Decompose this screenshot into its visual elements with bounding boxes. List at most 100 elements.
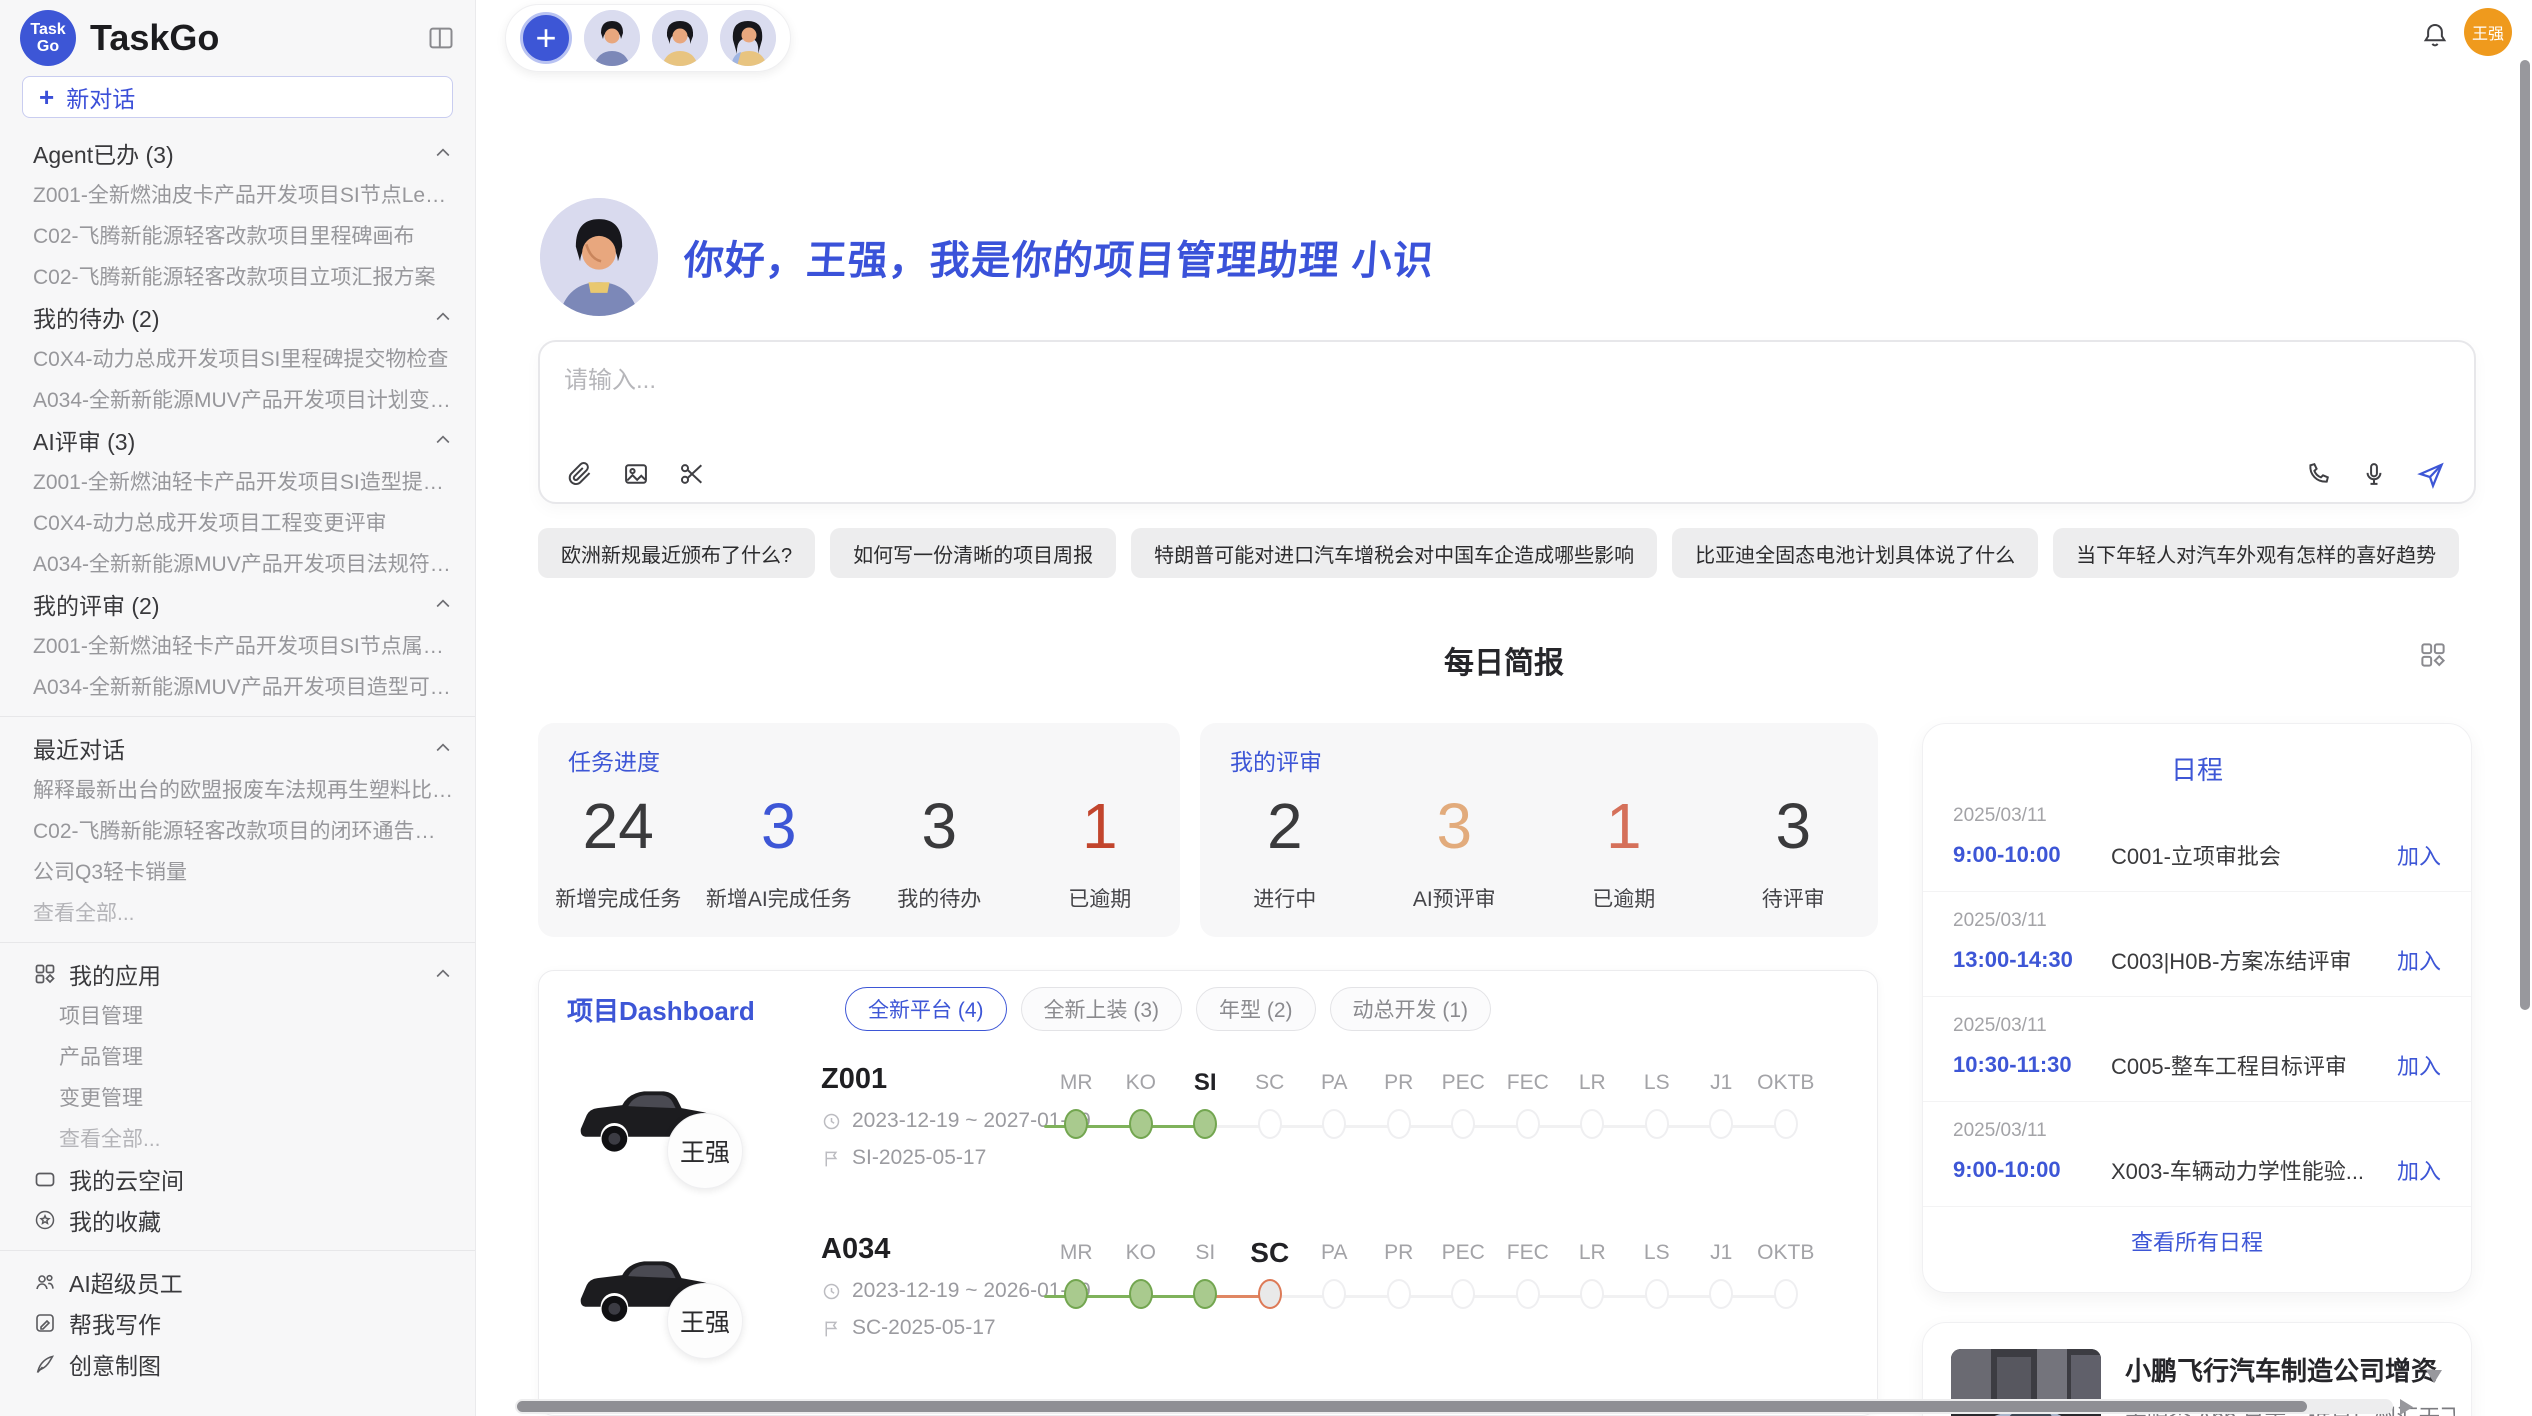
milestone-timeline: MR KO SI SC PA PR PEC FEC LR LS J1 OKTB <box>1044 1235 1834 1309</box>
join-link[interactable]: 加入 <box>2397 944 2441 976</box>
tab-new-platform[interactable]: 全新平台 (4) <box>845 987 1007 1031</box>
schedule-time: 13:00-14:30 <box>1953 947 2111 973</box>
sidebar-item[interactable]: C0X4-动力总成开发项目SI里程碑提交物检查 <box>0 337 475 378</box>
owner-badge: 王强 <box>667 1283 743 1359</box>
microphone-icon[interactable] <box>2360 460 2388 488</box>
notifications-bell-icon[interactable] <box>2420 20 2450 50</box>
chevron-up-icon[interactable] <box>433 307 453 327</box>
sidebar-item[interactable]: C02-飞腾新能源轻客改款项目里程碑画布 <box>0 214 475 255</box>
phone-call-icon[interactable] <box>2304 460 2332 488</box>
app-item-product-mgmt[interactable]: 产品管理 <box>0 1035 475 1076</box>
attach-image-icon[interactable] <box>622 460 650 488</box>
add-session-button[interactable]: + <box>520 12 572 64</box>
sidebar-item[interactable]: Z001-全新燃油皮卡产品开发项目SI节点Lesson Learn报告 <box>0 173 475 214</box>
milestone: MR <box>1044 1235 1109 1309</box>
chevron-up-icon[interactable] <box>433 738 453 758</box>
project-milestone-flag: SC-2025-05-17 <box>821 1316 1091 1340</box>
user-avatar[interactable]: 王强 <box>2464 8 2512 56</box>
tab-year-model[interactable]: 年型 (2) <box>1196 987 1316 1031</box>
suggestion-chip[interactable]: 当下年轻人对汽车外观有怎样的喜好趋势 <box>2053 528 2459 578</box>
logo-text-top: Task <box>30 21 65 38</box>
view-all-schedule-link[interactable]: 查看所有日程 <box>1923 1225 2471 1257</box>
suggestion-chip[interactable]: 如何写一份清晰的项目周报 <box>830 528 1116 578</box>
tab-powertrain[interactable]: 动总开发 (1) <box>1330 987 1492 1031</box>
scissors-icon[interactable] <box>678 460 706 488</box>
recent-view-all[interactable]: 查看全部... <box>0 891 475 932</box>
new-chat-button[interactable]: + 新对话 <box>22 76 453 118</box>
sidebar-help-write[interactable]: 帮我写作 <box>0 1302 475 1343</box>
sidebar-item[interactable]: A034-全新新能源MUV产品开发项目造型可行性评审 <box>0 665 475 706</box>
schedule-date: 2025/03/11 <box>1953 805 2441 827</box>
suggestion-chip[interactable]: 比亚迪全固态电池计划具体说了什么 <box>1672 528 2038 578</box>
schedule-title: 日程 <box>1923 750 2471 787</box>
suggestion-chip[interactable]: 欧洲新规最近颁布了什么? <box>538 528 815 578</box>
stat-label: 待评审 <box>1762 883 1825 913</box>
divider <box>0 716 475 717</box>
my-review-card: 我的评审 2 进行中 3 AI预评审 1 已逾期 3 待评审 <box>1200 723 1878 937</box>
milestone-timeline: MR KO SI SC PA PR PEC FEC LR LS J1 OKTB <box>1044 1065 1834 1139</box>
chat-input[interactable] <box>564 360 2444 432</box>
vertical-scrollbar-thumb[interactable] <box>2520 60 2530 1010</box>
sidebar-item[interactable]: C0X4-动力总成开发项目工程变更评审 <box>0 501 475 542</box>
sidebar-section-agent-done[interactable]: Agent已办 (3) <box>0 132 475 173</box>
app-item-project-mgmt[interactable]: 项目管理 <box>0 994 475 1035</box>
scroll-right-arrow[interactable] <box>2400 1399 2413 1415</box>
schedule-time: 10:30-11:30 <box>1953 1052 2111 1078</box>
recent-chat-item[interactable]: 解释最新出台的欧盟报废车法规再生塑料比例被调至15%... <box>0 768 475 809</box>
sidebar-item[interactable]: Z001-全新燃油轻卡产品开发项目SI节点属性5D文件评审 <box>0 624 475 665</box>
apps-view-all[interactable]: 查看全部... <box>0 1117 475 1158</box>
sidebar-ai-super-staff[interactable]: AI超级员工 <box>0 1261 475 1302</box>
project-milestone-flag: SI-2025-05-17 <box>821 1146 1091 1170</box>
tab-new-body[interactable]: 全新上装 (3) <box>1021 987 1183 1031</box>
sidebar-item[interactable]: Z001-全新燃油轻卡产品开发项目SI造型提交物评审 <box>0 460 475 501</box>
horizontal-scrollbar-thumb[interactable] <box>517 1401 2307 1412</box>
task-progress-card: 任务进度 24 新增完成任务 3 新增AI完成任务 3 我的待办 1 已逾期 <box>538 723 1180 937</box>
project-row[interactable]: 王强 Z001 2023-12-19 ~ 2027-01-19 SI-2025-… <box>539 1047 1877 1217</box>
agent-avatar-1[interactable] <box>584 10 640 66</box>
milestone: SI <box>1173 1235 1238 1309</box>
agent-avatar-2[interactable] <box>652 10 708 66</box>
recent-chat-item[interactable]: 公司Q3轻卡销量 <box>0 850 475 891</box>
sidebar-section-my-review[interactable]: 我的评审 (2) <box>0 583 475 624</box>
chevron-up-icon[interactable] <box>433 964 453 984</box>
sidebar-item[interactable]: C02-飞腾新能源轻客改款项目立项汇报方案 <box>0 255 475 296</box>
horizontal-scrollbar[interactable] <box>515 1399 2393 1414</box>
agent-avatar-3[interactable] <box>720 10 776 66</box>
chevron-up-icon[interactable] <box>433 594 453 614</box>
new-chat-label: 新对话 <box>66 80 135 114</box>
project-row[interactable]: 王强 A034 2023-12-19 ~ 2026-01-19 SC-2025-… <box>539 1217 1877 1387</box>
stat: 1 已逾期 <box>1539 775 1709 927</box>
stat: 3 新增AI完成任务 <box>699 775 860 927</box>
attach-paperclip-icon[interactable] <box>566 460 594 488</box>
stat-value: 3 <box>761 789 797 863</box>
join-link[interactable]: 加入 <box>2397 1049 2441 1081</box>
sidebar-creative-draw[interactable]: 创意制图 <box>0 1343 475 1384</box>
sidebar-collapse-icon[interactable] <box>427 24 455 52</box>
send-icon[interactable] <box>2416 460 2444 488</box>
sidebar-item[interactable]: A034-全新新能源MUV产品开发项目法规符合性评审 <box>0 542 475 583</box>
owner-badge: 王强 <box>667 1113 743 1189</box>
join-link[interactable]: 加入 <box>2397 1154 2441 1186</box>
layout-grid-icon[interactable] <box>2418 640 2448 670</box>
app-item-change-mgmt[interactable]: 变更管理 <box>0 1076 475 1117</box>
sidebar-section-ai-review[interactable]: AI评审 (3) <box>0 419 475 460</box>
sidebar-my-favorites[interactable]: 我的收藏 <box>0 1199 475 1240</box>
sidebar-item[interactable]: A034-全新新能源MUV产品开发项目计划变更表编写 <box>0 378 475 419</box>
recent-chat-item[interactable]: C02-飞腾新能源轻客改款项目的闭环通告反馈情况 <box>0 809 475 850</box>
sidebar-nav: Agent已办 (3) Z001-全新燃油皮卡产品开发项目SI节点Lesson … <box>0 132 475 1384</box>
stat-value: 24 <box>583 789 654 863</box>
sidebar-section-recent[interactable]: 最近对话 <box>0 727 475 768</box>
sidebar-my-apps[interactable]: 我的应用 <box>0 953 475 994</box>
chevron-up-icon[interactable] <box>433 143 453 163</box>
suggestion-chip[interactable]: 特朗普可能对进口汽车增税会对中国车企造成哪些影响 <box>1131 528 1657 578</box>
milestone: PA <box>1302 1235 1367 1309</box>
join-link[interactable]: 加入 <box>2397 839 2441 871</box>
schedule-card: 日程 2025/03/11 9:00-10:00 C001-立项审批会 加入 2… <box>1922 723 2472 1293</box>
sidebar-my-cloud[interactable]: 我的云空间 <box>0 1158 475 1199</box>
scroll-down-arrow[interactable] <box>2426 1370 2442 1383</box>
stat: 3 AI预评审 <box>1370 775 1540 927</box>
milestone: LR <box>1560 1065 1625 1139</box>
stat-value: 3 <box>921 789 957 863</box>
chevron-up-icon[interactable] <box>433 430 453 450</box>
sidebar-section-my-todo[interactable]: 我的待办 (2) <box>0 296 475 337</box>
